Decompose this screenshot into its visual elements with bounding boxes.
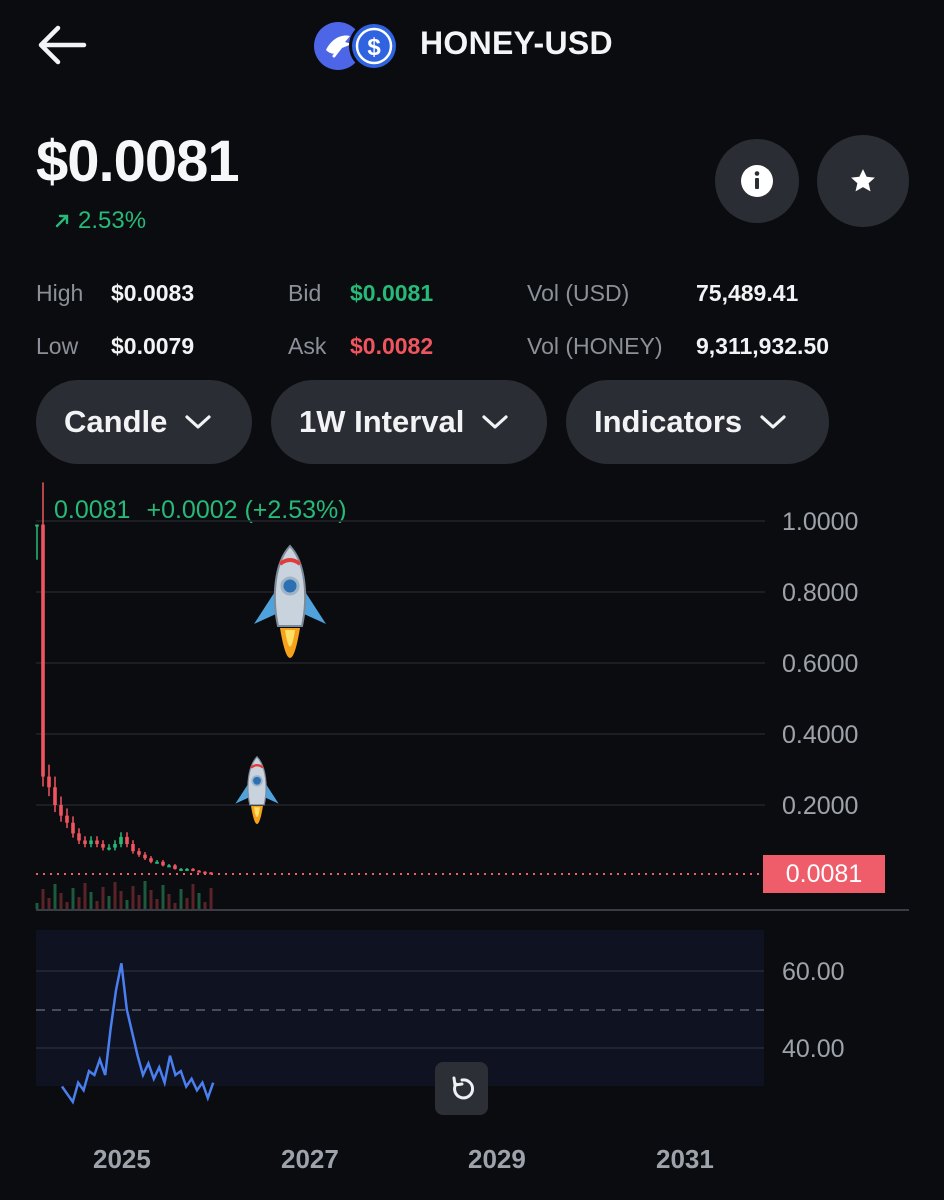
- volume-bar: [113, 882, 117, 909]
- volume-bar: [203, 902, 207, 909]
- volume-bar: [71, 888, 75, 909]
- volume-bar: [35, 903, 39, 909]
- candle: [113, 844, 117, 848]
- volume-bar: [53, 884, 57, 909]
- candle: [209, 872, 213, 875]
- candle: [191, 868, 195, 871]
- reset-icon: [452, 1076, 474, 1099]
- candle: [179, 868, 183, 871]
- candle: [41, 524, 45, 777]
- volume-bar: [41, 889, 45, 909]
- candle: [197, 870, 201, 873]
- volume-bar: [131, 886, 135, 909]
- rsi-axis-label: 60.00: [782, 958, 845, 986]
- volume-bar: [179, 889, 183, 909]
- volume-bar: [125, 900, 129, 909]
- volume-bar: [209, 888, 213, 909]
- x-axis-year: 2025: [93, 1144, 151, 1174]
- candle: [101, 844, 105, 848]
- volume-bars: [35, 881, 213, 909]
- volume-bar: [143, 881, 147, 909]
- candle: [143, 854, 147, 859]
- volume-bar: [155, 899, 159, 909]
- volume-bar: [149, 890, 153, 909]
- volume-bar: [77, 897, 81, 909]
- y-axis-label: 0.4000: [782, 721, 859, 749]
- candle: [185, 868, 189, 871]
- rocket-icon: [235, 755, 279, 824]
- y-axis-label: 0.6000: [782, 650, 859, 678]
- candle: [119, 836, 123, 845]
- candle: [107, 847, 111, 850]
- candle: [95, 840, 99, 845]
- candle: [35, 524, 39, 527]
- volume-bar: [59, 893, 63, 909]
- price-gridlines: [36, 520, 765, 806]
- volume-bar: [101, 887, 105, 909]
- candle: [59, 805, 63, 816]
- candle: [125, 836, 129, 845]
- volume-bar: [47, 898, 51, 909]
- volume-bar: [173, 903, 177, 909]
- rocket-icon: [254, 544, 326, 658]
- rsi-panel-bg: [36, 930, 764, 1086]
- reset-zoom-button[interactable]: [435, 1062, 488, 1115]
- candle: [53, 787, 57, 805]
- candles: [35, 482, 213, 875]
- current-price-tag: 0.0081: [763, 855, 885, 893]
- candle: [161, 861, 165, 866]
- candle: [65, 815, 69, 823]
- volume-bar: [191, 884, 195, 909]
- volume-bar: [197, 893, 201, 909]
- volume-bar: [65, 902, 69, 909]
- y-axis-label: 0.8000: [782, 579, 859, 607]
- candle: [89, 840, 93, 845]
- candle: [155, 861, 159, 864]
- volume-bar: [185, 898, 189, 909]
- volume-bar: [119, 891, 123, 909]
- volume-bar: [107, 896, 111, 909]
- candle: [167, 865, 171, 868]
- volume-bar: [137, 895, 141, 909]
- y-axis-label: 1.0000: [782, 508, 859, 536]
- y-axis-label: 0.2000: [782, 792, 859, 820]
- x-axis-year: 2027: [281, 1144, 339, 1174]
- rsi-axis-label: 40.00: [782, 1035, 845, 1063]
- candle: [149, 858, 153, 862]
- volume-bar: [95, 901, 99, 909]
- candle: [71, 822, 75, 834]
- candle: [137, 851, 141, 855]
- volume-bar: [89, 892, 93, 909]
- volume-bar: [83, 883, 87, 909]
- candle: [203, 871, 207, 874]
- candle: [173, 865, 177, 869]
- candle: [47, 776, 51, 788]
- candle: [131, 844, 135, 852]
- candle: [77, 833, 81, 841]
- volume-bar: [161, 885, 165, 909]
- x-axis-year: 2029: [468, 1144, 526, 1174]
- candle: [83, 840, 87, 845]
- x-axis-year: 2031: [656, 1144, 714, 1174]
- volume-bar: [167, 894, 171, 909]
